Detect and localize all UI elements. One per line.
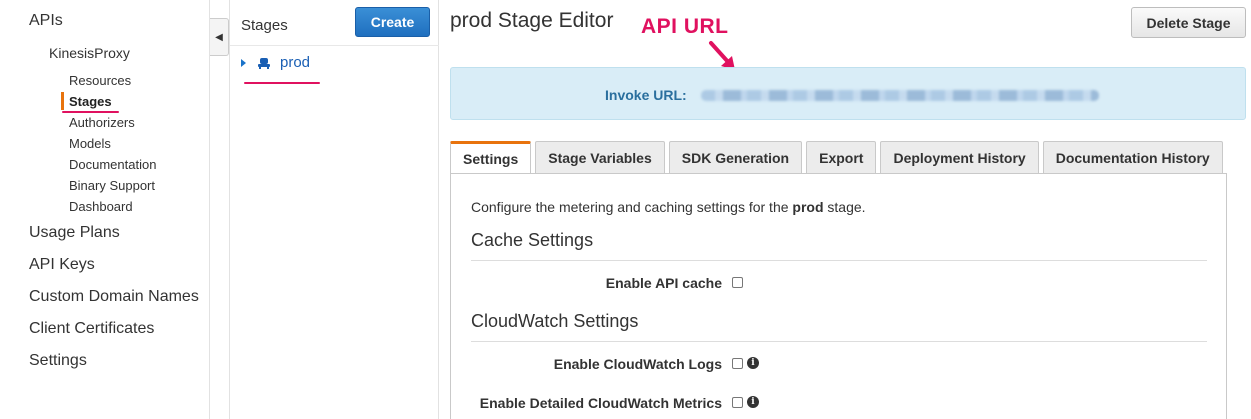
tab-stage-variables[interactable]: Stage Variables bbox=[535, 141, 665, 174]
enable-cloudwatch-logs-checkbox[interactable] bbox=[732, 358, 743, 369]
nav-custom-domain-names[interactable]: Custom Domain Names bbox=[29, 288, 199, 306]
nav-resources[interactable]: Resources bbox=[69, 73, 131, 88]
info-icon[interactable]: i bbox=[747, 396, 759, 408]
divider bbox=[471, 260, 1207, 261]
annotation-api-url: API URL bbox=[641, 15, 729, 38]
nav-models[interactable]: Models bbox=[69, 136, 111, 151]
left-nav: APIs KinesisProxy Resources Stages Autho… bbox=[0, 0, 210, 419]
info-icon[interactable]: i bbox=[747, 357, 759, 369]
cache-settings-heading: Cache Settings bbox=[471, 230, 594, 250]
desc-stage-name: prod bbox=[792, 199, 824, 215]
nav-authorizers[interactable]: Authorizers bbox=[69, 115, 135, 130]
delete-stage-button[interactable]: Delete Stage bbox=[1131, 7, 1246, 38]
nav-binary-support[interactable]: Binary Support bbox=[69, 178, 155, 193]
enable-api-cache-checkbox[interactable] bbox=[732, 277, 743, 288]
tab-deployment-history[interactable]: Deployment History bbox=[880, 141, 1039, 174]
nav-client-certificates[interactable]: Client Certificates bbox=[29, 320, 154, 338]
tab-documentation-history[interactable]: Documentation History bbox=[1042, 141, 1223, 174]
nav-apis[interactable]: APIs bbox=[29, 12, 63, 30]
nav-api-keys[interactable]: API Keys bbox=[29, 256, 95, 274]
enable-api-cache-label: Enable API cache bbox=[605, 275, 722, 291]
chevron-left-icon: ◀ bbox=[215, 31, 223, 43]
stages-title: Stages bbox=[241, 17, 288, 34]
nav-stages[interactable]: Stages bbox=[61, 92, 112, 110]
divider bbox=[230, 45, 439, 46]
invoke-url-link-redacted[interactable] bbox=[701, 90, 1099, 101]
annotation-underline-prod bbox=[244, 82, 320, 84]
caret-right-icon[interactable] bbox=[241, 58, 246, 67]
divider bbox=[471, 341, 1207, 342]
stages-panel: Stages Create prod bbox=[229, 0, 439, 419]
invoke-url-box: Invoke URL: bbox=[450, 67, 1246, 120]
create-stage-button[interactable]: Create bbox=[355, 7, 430, 37]
nav-dashboard[interactable]: Dashboard bbox=[69, 199, 133, 214]
page-title: prod Stage Editor bbox=[450, 9, 614, 32]
desc-suffix: stage. bbox=[823, 199, 866, 215]
tab-sdk-generation[interactable]: SDK Generation bbox=[668, 141, 803, 174]
cloudwatch-settings-heading: CloudWatch Settings bbox=[471, 311, 639, 331]
stage-icon bbox=[258, 57, 270, 69]
invoke-url-label: Invoke URL: bbox=[605, 87, 687, 103]
stage-item-prod[interactable]: prod bbox=[241, 54, 310, 71]
nav-api-kinesisproxy[interactable]: KinesisProxy bbox=[49, 45, 130, 61]
tab-export[interactable]: Export bbox=[806, 141, 877, 174]
nav-settings[interactable]: Settings bbox=[29, 352, 87, 370]
nav-documentation[interactable]: Documentation bbox=[69, 157, 156, 172]
enable-detailed-metrics-label: Enable Detailed CloudWatch Metrics bbox=[479, 395, 722, 411]
nav-usage-plans[interactable]: Usage Plans bbox=[29, 224, 120, 242]
stage-tabs: Settings Stage Variables SDK Generation … bbox=[450, 141, 1227, 174]
collapse-nav-button[interactable]: ◀ bbox=[210, 18, 229, 56]
enable-cloudwatch-logs-label: Enable CloudWatch Logs bbox=[553, 356, 722, 372]
stage-link-prod[interactable]: prod bbox=[280, 54, 310, 71]
desc-prefix: Configure the metering and caching setti… bbox=[471, 199, 793, 215]
annotation-underline-stages bbox=[62, 111, 119, 113]
enable-detailed-metrics-checkbox[interactable] bbox=[732, 397, 743, 408]
tab-settings[interactable]: Settings bbox=[450, 141, 532, 174]
settings-panel: Configure the metering and caching setti… bbox=[450, 173, 1227, 419]
settings-description: Configure the metering and caching setti… bbox=[471, 199, 866, 215]
